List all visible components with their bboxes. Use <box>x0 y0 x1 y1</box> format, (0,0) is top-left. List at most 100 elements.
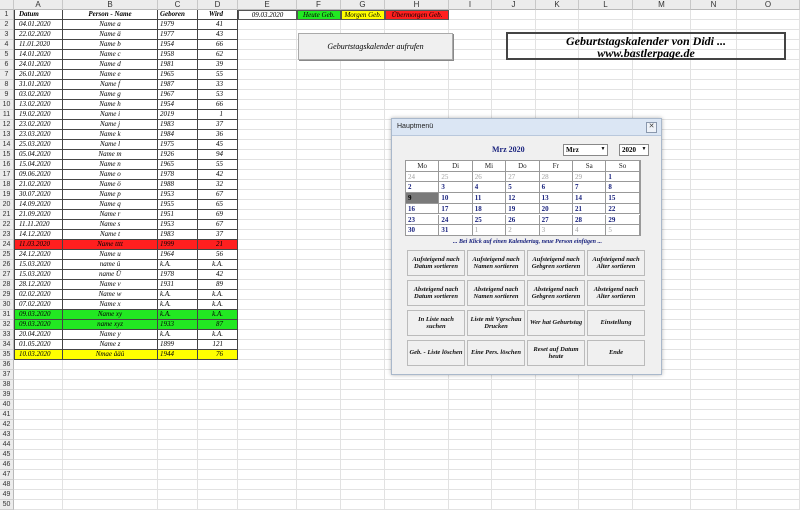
grid-cell[interactable] <box>691 330 737 340</box>
grid-cell[interactable] <box>737 210 800 220</box>
grid-cell[interactable] <box>14 400 63 410</box>
grid-cell[interactable] <box>63 460 158 470</box>
row-header[interactable]: 49 <box>0 490 14 500</box>
table-cell-b[interactable]: Name tttt <box>63 240 158 250</box>
grid-cell[interactable] <box>297 70 341 80</box>
grid-cell[interactable] <box>691 380 737 390</box>
grid-cell[interactable] <box>14 430 63 440</box>
table-cell-a[interactable]: 20.04.2020 <box>14 330 63 340</box>
row-header[interactable]: 33 <box>0 330 14 340</box>
grid-cell[interactable] <box>691 340 737 350</box>
grid-cell[interactable] <box>633 450 691 460</box>
row-header[interactable]: 9 <box>0 90 14 100</box>
legend-day-after-tomorrow[interactable]: Übermorgen Geb. <box>385 10 449 20</box>
table-cell-a[interactable]: 01.05.2020 <box>14 340 63 350</box>
table-header-a[interactable]: Datum <box>14 10 63 20</box>
grid-cell[interactable] <box>737 170 800 180</box>
table-cell-b[interactable]: Name j <box>63 120 158 130</box>
grid-cell[interactable] <box>691 470 737 480</box>
table-cell-d[interactable]: 76 <box>198 350 238 360</box>
calendar-day[interactable]: 18 <box>472 203 507 215</box>
year-select[interactable]: 2020 ▼ <box>619 144 649 156</box>
table-cell-c[interactable]: 1954 <box>158 40 198 50</box>
grid-cell[interactable] <box>536 470 579 480</box>
menu-button[interactable]: Geb. - Liste löschen <box>407 340 465 366</box>
grid-cell[interactable] <box>579 20 633 30</box>
calendar-day[interactable]: 9 <box>406 193 440 204</box>
grid-cell[interactable] <box>737 200 800 210</box>
grid-cell[interactable] <box>341 120 385 130</box>
table-cell-d[interactable]: 32 <box>198 180 238 190</box>
grid-cell[interactable] <box>297 320 341 330</box>
table-cell-d[interactable]: 39 <box>198 60 238 70</box>
grid-cell[interactable] <box>238 120 297 130</box>
grid-cell[interactable] <box>691 180 737 190</box>
column-header-m[interactable]: M <box>633 0 691 10</box>
grid-cell[interactable] <box>297 330 341 340</box>
grid-cell[interactable] <box>737 440 800 450</box>
grid-cell[interactable] <box>238 100 297 110</box>
grid-cell[interactable] <box>691 480 737 490</box>
table-cell-a[interactable]: 10.03.2020 <box>14 350 63 360</box>
grid-cell[interactable] <box>385 90 449 100</box>
grid-cell[interactable] <box>579 400 633 410</box>
grid-cell[interactable] <box>14 500 63 510</box>
row-header[interactable]: 40 <box>0 400 14 410</box>
row-header[interactable]: 18 <box>0 180 14 190</box>
table-cell-b[interactable]: Name w <box>63 290 158 300</box>
row-header[interactable]: 47 <box>0 470 14 480</box>
table-cell-d[interactable]: 55 <box>198 160 238 170</box>
grid-cell[interactable] <box>492 480 536 490</box>
row-header[interactable]: 20 <box>0 200 14 210</box>
select-all-corner[interactable] <box>0 0 14 10</box>
grid-cell[interactable] <box>341 410 385 420</box>
grid-cell[interactable] <box>449 10 492 20</box>
grid-cell[interactable] <box>158 490 198 500</box>
row-header[interactable]: 32 <box>0 320 14 330</box>
table-cell-d[interactable]: 41 <box>198 20 238 30</box>
table-cell-b[interactable]: Name d <box>63 60 158 70</box>
calendar-day[interactable]: 28 <box>539 171 573 183</box>
column-header-e[interactable]: E <box>238 0 297 10</box>
grid-cell[interactable] <box>385 390 449 400</box>
grid-cell[interactable] <box>341 250 385 260</box>
table-cell-d[interactable]: 21 <box>198 240 238 250</box>
grid-cell[interactable] <box>14 420 63 430</box>
grid-cell[interactable] <box>449 460 492 470</box>
table-cell-c[interactable]: k.A. <box>158 300 198 310</box>
grid-cell[interactable] <box>297 450 341 460</box>
row-header[interactable]: 28 <box>0 280 14 290</box>
grid-cell[interactable] <box>492 410 536 420</box>
grid-cell[interactable] <box>691 220 737 230</box>
table-cell-b[interactable]: Name z <box>63 340 158 350</box>
grid-cell[interactable] <box>579 410 633 420</box>
grid-cell[interactable] <box>238 280 297 290</box>
grid-cell[interactable] <box>297 160 341 170</box>
grid-cell[interactable] <box>633 10 691 20</box>
grid-cell[interactable] <box>341 160 385 170</box>
grid-cell[interactable] <box>341 470 385 480</box>
grid-cell[interactable] <box>633 70 691 80</box>
grid-cell[interactable] <box>297 20 341 30</box>
grid-cell[interactable] <box>691 10 737 20</box>
menu-button[interactable]: Einstellung <box>587 310 645 336</box>
grid-cell[interactable] <box>536 60 579 70</box>
calendar-day[interactable]: 24 <box>439 214 473 226</box>
grid-cell[interactable] <box>297 430 341 440</box>
grid-cell[interactable] <box>633 20 691 30</box>
grid-cell[interactable] <box>341 440 385 450</box>
grid-cell[interactable] <box>691 70 737 80</box>
calendar-day[interactable]: 4 <box>472 182 507 194</box>
menu-button[interactable]: Aufsteigend nach Alter sortieren <box>587 250 645 276</box>
table-cell-a[interactable]: 11.03.2020 <box>14 240 63 250</box>
grid-cell[interactable] <box>238 400 297 410</box>
grid-cell[interactable] <box>691 300 737 310</box>
row-header[interactable]: 39 <box>0 390 14 400</box>
table-cell-a[interactable]: 11.11.2020 <box>14 220 63 230</box>
grid-cell[interactable] <box>536 440 579 450</box>
grid-cell[interactable] <box>691 460 737 470</box>
grid-cell[interactable] <box>341 320 385 330</box>
grid-cell[interactable] <box>297 360 341 370</box>
table-cell-d[interactable]: 36 <box>198 130 238 140</box>
grid-cell[interactable] <box>238 490 297 500</box>
